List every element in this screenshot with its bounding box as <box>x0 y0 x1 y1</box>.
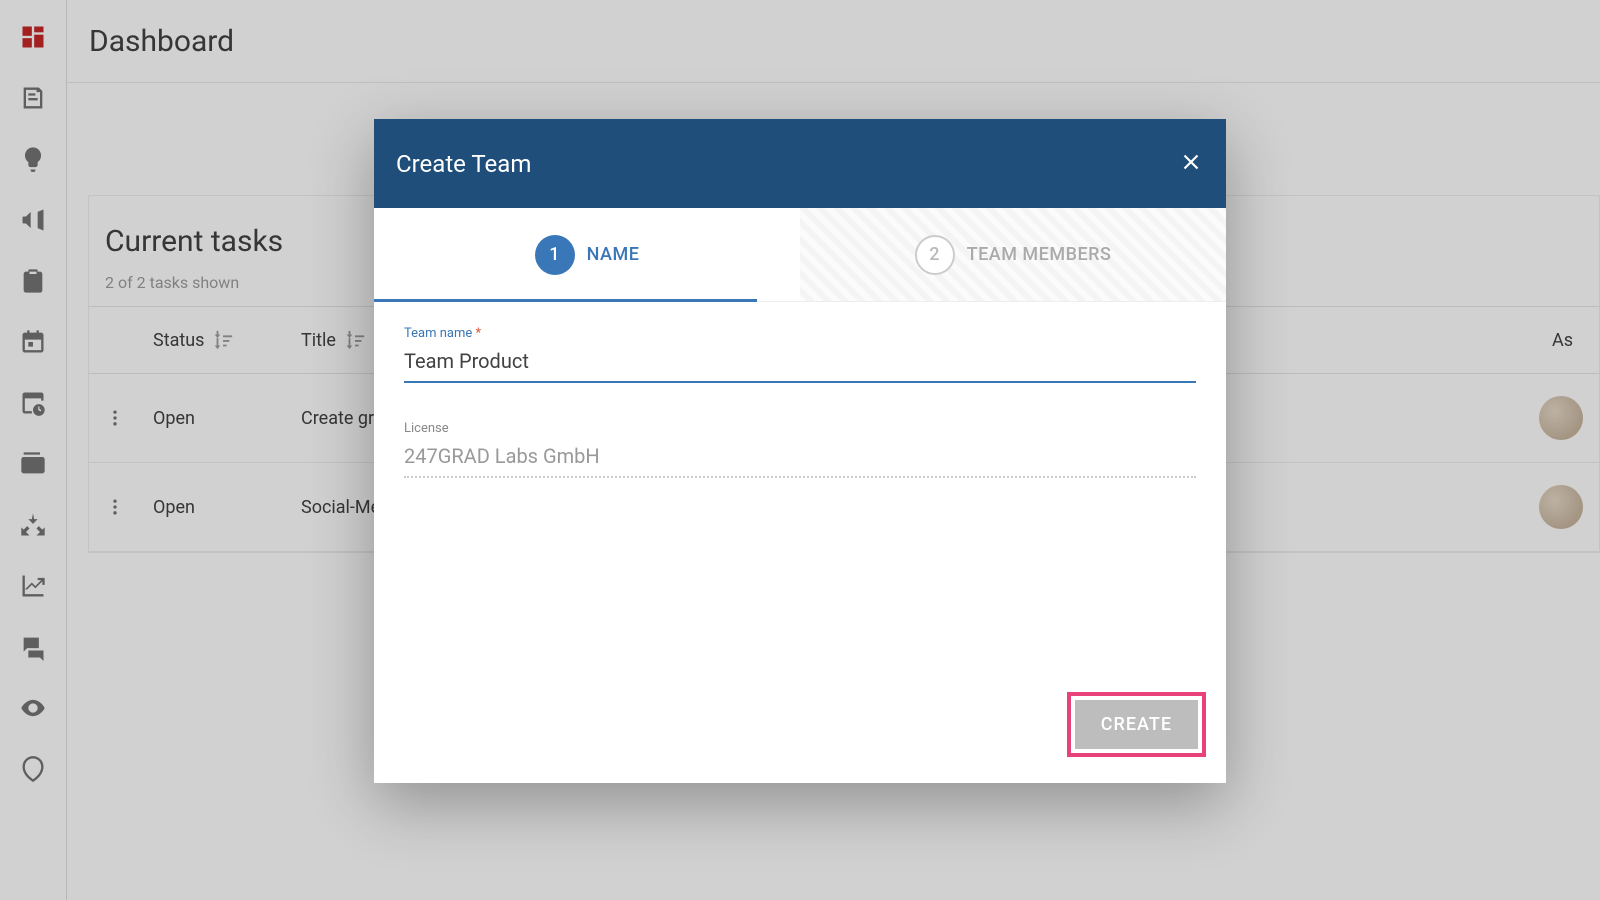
step-number: 2 <box>915 235 955 275</box>
step-team-members[interactable]: 2 TEAM MEMBERS <box>800 208 1226 301</box>
step-label: TEAM MEMBERS <box>967 244 1112 265</box>
license-field: License <box>404 421 1196 478</box>
step-name[interactable]: 1 NAME <box>374 208 800 301</box>
close-icon <box>1178 149 1204 175</box>
step-indicator <box>374 299 757 302</box>
team-name-label: Team name * <box>404 326 1196 341</box>
create-highlight: CREATE <box>1067 692 1206 757</box>
wizard-steps: 1 NAME 2 TEAM MEMBERS <box>374 208 1226 302</box>
step-label: NAME <box>587 244 640 265</box>
license-input <box>404 438 1196 478</box>
team-name-input[interactable] <box>404 343 1196 383</box>
modal-header: Create Team <box>374 119 1226 208</box>
license-label: License <box>404 421 1196 436</box>
modal-title: Create Team <box>396 150 1178 178</box>
step-number: 1 <box>535 235 575 275</box>
close-button[interactable] <box>1178 149 1204 179</box>
create-button[interactable]: CREATE <box>1075 700 1198 749</box>
modal-overlay[interactable]: Create Team 1 NAME 2 TEAM MEMBERS Team n… <box>0 0 1600 900</box>
create-team-modal: Create Team 1 NAME 2 TEAM MEMBERS Team n… <box>374 119 1226 783</box>
team-name-field: Team name * <box>404 326 1196 383</box>
